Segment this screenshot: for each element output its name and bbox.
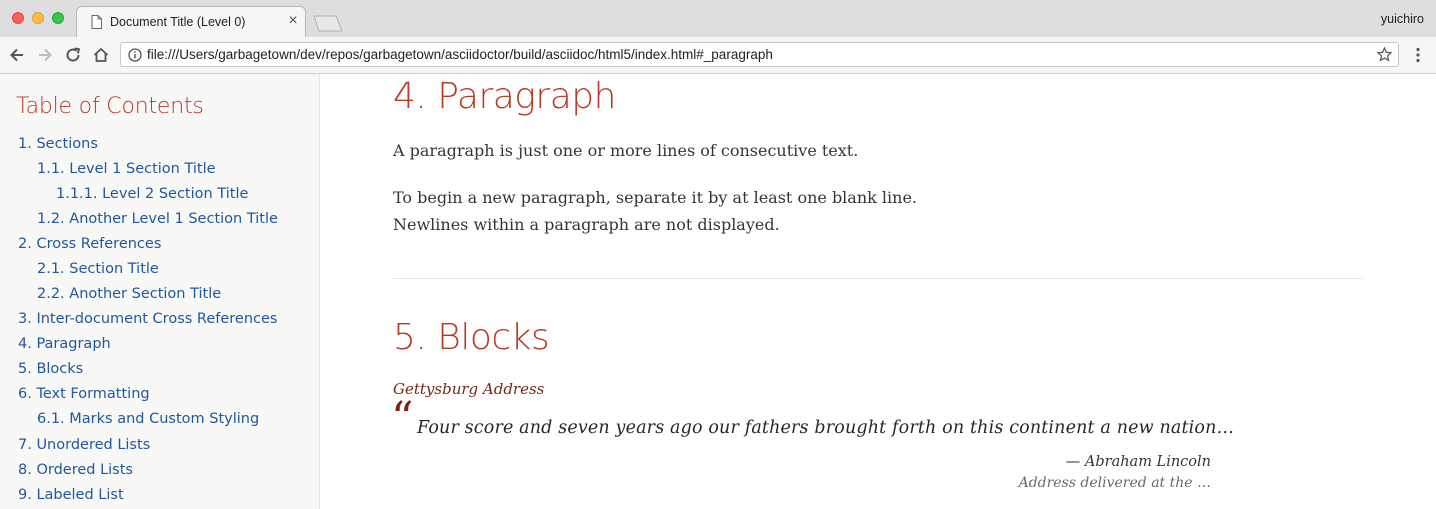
section-heading-paragraph: 4. Paragraph (393, 76, 616, 117)
maximize-window-button[interactable] (52, 12, 64, 24)
toc-item-another-level-1-section-title[interactable]: 1.2. Another Level 1 Section Title (0, 207, 320, 232)
toc-title: Table of Contents (16, 94, 204, 119)
paragraph-text: A paragraph is just one or more lines of… (393, 141, 859, 160)
new-tab-button[interactable] (313, 15, 343, 32)
browser-toolbar: file:///Users/garbagetown/dev/repos/garb… (0, 37, 1436, 74)
toc-item-blocks[interactable]: 5. Blocks (0, 357, 320, 382)
address-bar[interactable]: file:///Users/garbagetown/dev/repos/garb… (120, 42, 1399, 67)
toc-item-ordered-lists[interactable]: 8. Ordered Lists (0, 458, 320, 483)
toc-item-level-1-section-title[interactable]: 1.1. Level 1 Section Title (0, 157, 320, 182)
url-text[interactable]: file:///Users/garbagetown/dev/repos/garb… (147, 47, 773, 62)
toc-item-level-2-section-title[interactable]: 1.1.1. Level 2 Section Title (0, 182, 320, 207)
reload-icon[interactable] (64, 46, 82, 64)
quote-citetitle: Address delivered at the … (1018, 475, 1211, 491)
document-icon (91, 15, 102, 29)
forward-icon[interactable] (36, 46, 54, 64)
paragraph-text: To begin a new paragraph, separate it by… (393, 188, 918, 207)
toc-item-sections[interactable]: 1. Sections (0, 132, 320, 157)
info-icon[interactable] (128, 48, 142, 62)
profile-name[interactable]: yuichiro (1381, 12, 1424, 26)
blockquote-text: Four score and seven years ago our fathe… (417, 418, 1235, 438)
close-window-button[interactable] (12, 12, 24, 24)
quote-block-title: Gettysburg Address (393, 380, 545, 398)
toc-item-section-title[interactable]: 2.1. Section Title (0, 257, 320, 282)
paragraph-text: Newlines within a paragraph are not disp… (393, 215, 780, 234)
quote-attribution: — Abraham Lincoln (1065, 454, 1211, 470)
tab-close-icon[interactable]: × (286, 13, 300, 29)
minimize-window-button[interactable] (32, 12, 44, 24)
quote-mark-icon: “ (391, 393, 414, 444)
document-content: 4. Paragraph A paragraph is just one or … (321, 74, 1436, 509)
toc-item-paragraph[interactable]: 4. Paragraph (0, 332, 320, 357)
tab-title: Document Title (Level 0) (110, 15, 246, 29)
toc-item-cross-references[interactable]: 2. Cross References (0, 232, 320, 257)
toc-item-text-formatting[interactable]: 6. Text Formatting (0, 382, 320, 407)
toc-item-unordered-lists[interactable]: 7. Unordered Lists (0, 433, 320, 458)
toc-list: 1. Sections 1.1. Level 1 Section Title 1… (0, 132, 320, 508)
star-icon[interactable] (1377, 47, 1392, 62)
toc-item-another-section-title[interactable]: 2.2. Another Section Title (0, 282, 320, 307)
tab-bar: Document Title (Level 0) × yuichiro (0, 0, 1436, 37)
section-heading-blocks: 5. Blocks (393, 317, 550, 358)
toc-sidebar: Table of Contents 1. Sections 1.1. Level… (0, 74, 320, 509)
toc-item-inter-document-cross-references[interactable]: 3. Inter-document Cross References (0, 307, 320, 332)
home-icon[interactable] (92, 46, 110, 64)
back-icon[interactable] (8, 46, 26, 64)
toc-item-marks-and-custom-styling[interactable]: 6.1. Marks and Custom Styling (0, 407, 320, 432)
tab-active[interactable]: Document Title (Level 0) × (76, 6, 306, 37)
toc-item-labeled-list[interactable]: 9. Labeled List (0, 483, 320, 508)
menu-icon[interactable] (1413, 46, 1423, 64)
section-divider (393, 278, 1363, 279)
